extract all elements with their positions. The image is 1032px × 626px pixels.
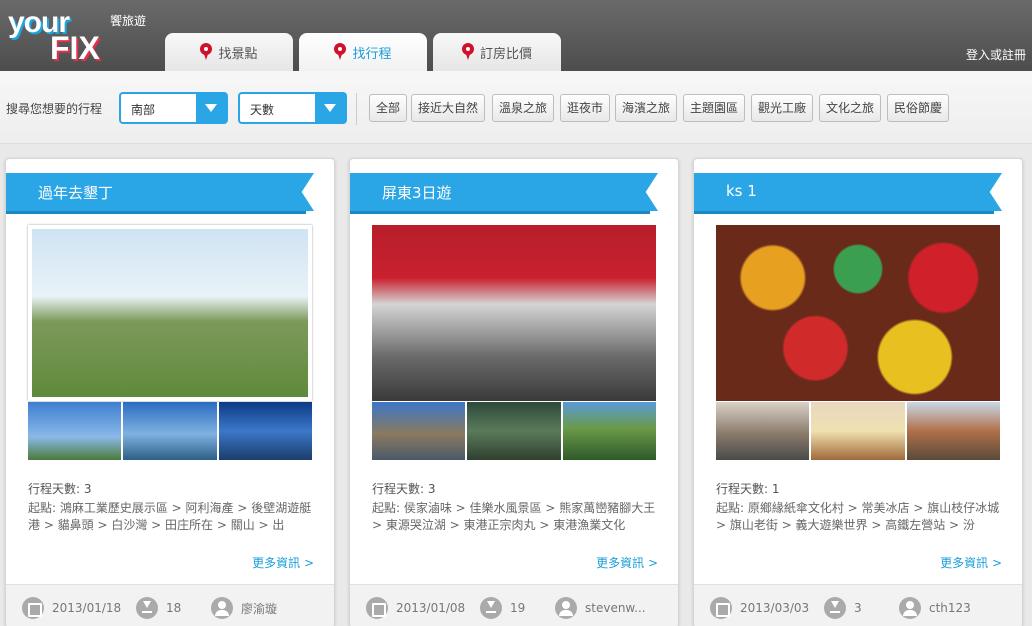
thumbnail-strip <box>28 402 312 460</box>
search-label: 搜尋您想要的行程 <box>6 102 103 116</box>
created-date: 2013/03/03 <box>740 601 810 615</box>
category-nightmarket-button[interactable]: 逛夜市 <box>560 94 611 122</box>
author-meta: stevenw... <box>555 597 646 619</box>
card-title-ribbon: 過年去墾丁 <box>6 173 314 211</box>
map-pin-icon <box>461 43 474 61</box>
thumbnail-photo[interactable] <box>811 402 905 460</box>
category-nature-button[interactable]: 接近大自然 <box>411 94 486 122</box>
category-seaside-button[interactable]: 海濱之旅 <box>615 94 678 122</box>
calendar-icon <box>22 597 44 619</box>
downloads-meta: 19 <box>480 597 525 619</box>
category-factory-button[interactable]: 觀光工廠 <box>751 94 814 122</box>
card-footer: 2013/01/18 18 廖渝璇 <box>6 584 334 626</box>
thumbnail-photo[interactable] <box>218 402 312 460</box>
tab-label: 找行程 <box>352 46 392 62</box>
download-count: 3 <box>854 601 862 615</box>
more-info-link[interactable]: 更多資訊 > <box>596 554 658 571</box>
user-icon <box>555 597 577 619</box>
category-themepark-button[interactable]: 主題園區 <box>683 94 746 122</box>
region-select-value: 南部 <box>131 103 156 117</box>
card-title[interactable]: ks 1 <box>726 182 757 200</box>
date-meta: 2013/03/03 <box>710 597 809 619</box>
chevron-down-icon <box>196 94 226 122</box>
category-all-button[interactable]: 全部 <box>369 94 408 122</box>
filter-divider <box>356 93 357 125</box>
calendar-icon <box>710 597 732 619</box>
itinerary-route: 起點: 鴻麻工業歷史展示區 > 阿利海產 > 後壁湖遊艇港 > 貓鼻頭 > 白沙… <box>28 501 312 532</box>
itinerary-route: 起點: 原鄉緣紙傘文化村 > 常美冰店 > 旗山枝仔冰城 > 旗山老街 > 義大… <box>716 501 1000 532</box>
yourfix-logo[interactable]: your FIX 饗旅遊 <box>6 4 156 68</box>
thumbnail-photo[interactable] <box>716 402 810 460</box>
card-title-ribbon: ks 1 <box>694 173 1002 211</box>
tab-find-itineraries[interactable]: 找行程 <box>299 33 427 71</box>
map-pin-icon <box>334 43 347 61</box>
download-icon <box>480 597 502 619</box>
main-photo[interactable] <box>716 225 1000 401</box>
author-name[interactable]: cth123 <box>929 601 971 615</box>
download-count: 18 <box>166 601 182 615</box>
author-meta: cth123 <box>899 597 971 619</box>
tab-label: 訂房比價 <box>479 46 532 62</box>
ribbon-fold <box>350 211 650 214</box>
date-meta: 2013/01/18 <box>22 597 121 619</box>
itinerary-days: 行程天數: 3 <box>28 482 92 496</box>
thumbnail-strip <box>716 402 1000 460</box>
logo-fix-text: FIX <box>50 30 100 66</box>
card-title[interactable]: 屏東3日遊 <box>382 182 452 203</box>
tab-find-attractions[interactable]: 找景點 <box>165 33 293 71</box>
author-meta: 廖渝璇 <box>211 597 277 619</box>
category-hotspring-button[interactable]: 溫泉之旅 <box>492 94 555 122</box>
main-photo[interactable] <box>372 225 656 401</box>
itinerary-card[interactable]: 過年去墾丁 行程天數: 3 起點: 鴻麻工業歷史展示區 > 阿利海產 > 後壁湖… <box>5 158 335 626</box>
filter-bar: 搜尋您想要的行程 南部 天數 全部 接近大自然 溫泉之旅 逛夜市 海濱之旅 主題… <box>0 71 1032 144</box>
itinerary-days: 行程天數: 3 <box>372 482 436 496</box>
card-footer: 2013/01/08 19 stevenw... <box>350 584 678 626</box>
thumbnail-photo[interactable] <box>906 402 1000 460</box>
itinerary-days: 行程天數: 1 <box>716 482 780 496</box>
user-icon <box>211 597 233 619</box>
tab-hotel-compare[interactable]: 訂房比價 <box>433 33 561 71</box>
chevron-down-icon <box>315 94 345 122</box>
thumbnail-photo[interactable] <box>562 402 656 460</box>
thumbnail-strip <box>372 402 656 460</box>
calendar-icon <box>366 597 388 619</box>
author-name[interactable]: 廖渝璇 <box>241 600 277 617</box>
author-name[interactable]: stevenw... <box>585 601 646 615</box>
download-icon <box>136 597 158 619</box>
logo-tagline: 饗旅遊 <box>110 14 147 28</box>
region-select[interactable]: 南部 <box>119 92 228 124</box>
itinerary-card[interactable]: 屏東3日遊 行程天數: 3 起點: 侯家滷味 > 佳樂水風景區 > 熊家萬巒豬腳… <box>349 158 679 626</box>
created-date: 2013/01/08 <box>396 601 466 615</box>
thumbnail-photo[interactable] <box>372 402 466 460</box>
tab-label: 找景點 <box>218 46 258 62</box>
login-register-link[interactable]: 登入或註冊 <box>966 46 1026 63</box>
category-festival-button[interactable]: 民俗節慶 <box>887 94 950 122</box>
days-select-value: 天數 <box>250 103 275 117</box>
more-info-link[interactable]: 更多資訊 > <box>252 554 314 571</box>
card-title[interactable]: 過年去墾丁 <box>38 182 113 203</box>
thumbnail-photo[interactable] <box>28 402 122 460</box>
thumbnail-photo[interactable] <box>123 402 217 460</box>
main-photo[interactable] <box>28 225 312 401</box>
download-count: 19 <box>510 601 526 615</box>
ribbon-fold <box>694 211 994 214</box>
days-select[interactable]: 天數 <box>238 92 347 124</box>
card-title-ribbon: 屏東3日遊 <box>350 173 658 211</box>
top-header: your FIX 饗旅遊 找景點 找行程 訂房比價 登入或註冊 <box>0 0 1032 71</box>
downloads-meta: 18 <box>136 597 181 619</box>
itinerary-card[interactable]: ks 1 行程天數: 1 起點: 原鄉緣紙傘文化村 > 常美冰店 > 旗山枝仔冰… <box>693 158 1023 626</box>
ribbon-fold <box>6 211 306 214</box>
map-pin-icon <box>200 43 213 61</box>
date-meta: 2013/01/08 <box>366 597 465 619</box>
itinerary-route: 起點: 侯家滷味 > 佳樂水風景區 > 熊家萬巒豬腳大王 > 東源哭泣湖 > 東… <box>372 501 656 532</box>
created-date: 2013/01/18 <box>52 601 122 615</box>
user-icon <box>899 597 921 619</box>
thumbnail-photo[interactable] <box>467 402 561 460</box>
category-culture-button[interactable]: 文化之旅 <box>819 94 882 122</box>
download-icon <box>824 597 846 619</box>
downloads-meta: 3 <box>824 597 862 619</box>
card-footer: 2013/03/03 3 cth123 <box>694 584 1022 626</box>
more-info-link[interactable]: 更多資訊 > <box>940 554 1002 571</box>
